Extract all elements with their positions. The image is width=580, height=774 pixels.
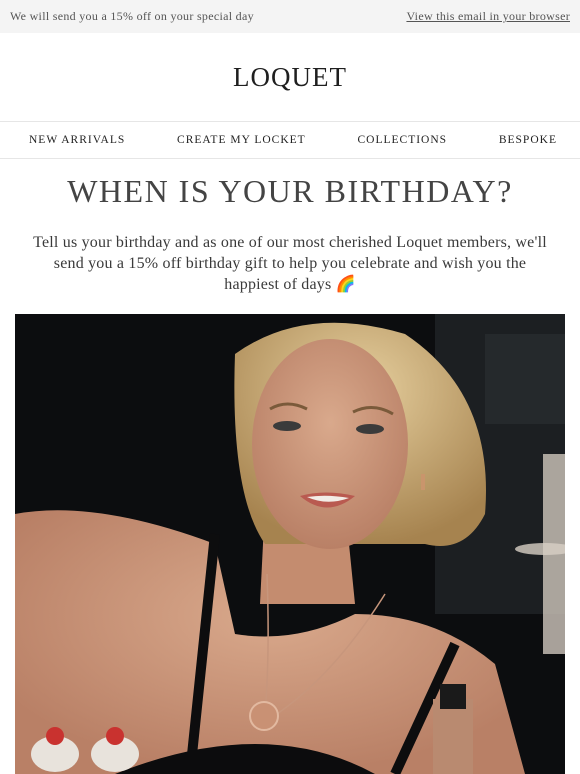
hero-image[interactable] xyxy=(15,314,565,774)
preheader-text: We will send you a 15% off on your speci… xyxy=(10,9,254,23)
intro-paragraph: Tell us your birthday and as one of our … xyxy=(33,234,547,293)
preheader-bar: We will send you a 15% off on your speci… xyxy=(0,0,580,33)
hero-photo-illustration xyxy=(15,314,565,774)
view-in-browser-link[interactable]: View this email in your browser xyxy=(406,9,570,24)
brand-logo[interactable]: LOQUET xyxy=(233,62,347,93)
nav-item-create-my-locket[interactable]: CREATE MY LOCKET xyxy=(177,134,306,146)
nav-item-bespoke[interactable]: BESPOKE xyxy=(499,134,557,146)
nav-item-collections[interactable]: COLLECTIONS xyxy=(357,134,447,146)
header: LOQUET xyxy=(0,33,580,121)
nav-item-new-arrivals[interactable]: NEW ARRIVALS xyxy=(29,134,125,146)
page-title: WHEN IS YOUR BIRTHDAY? xyxy=(67,173,513,209)
main-nav: NEW ARRIVALS CREATE MY LOCKET COLLECTION… xyxy=(0,121,580,159)
